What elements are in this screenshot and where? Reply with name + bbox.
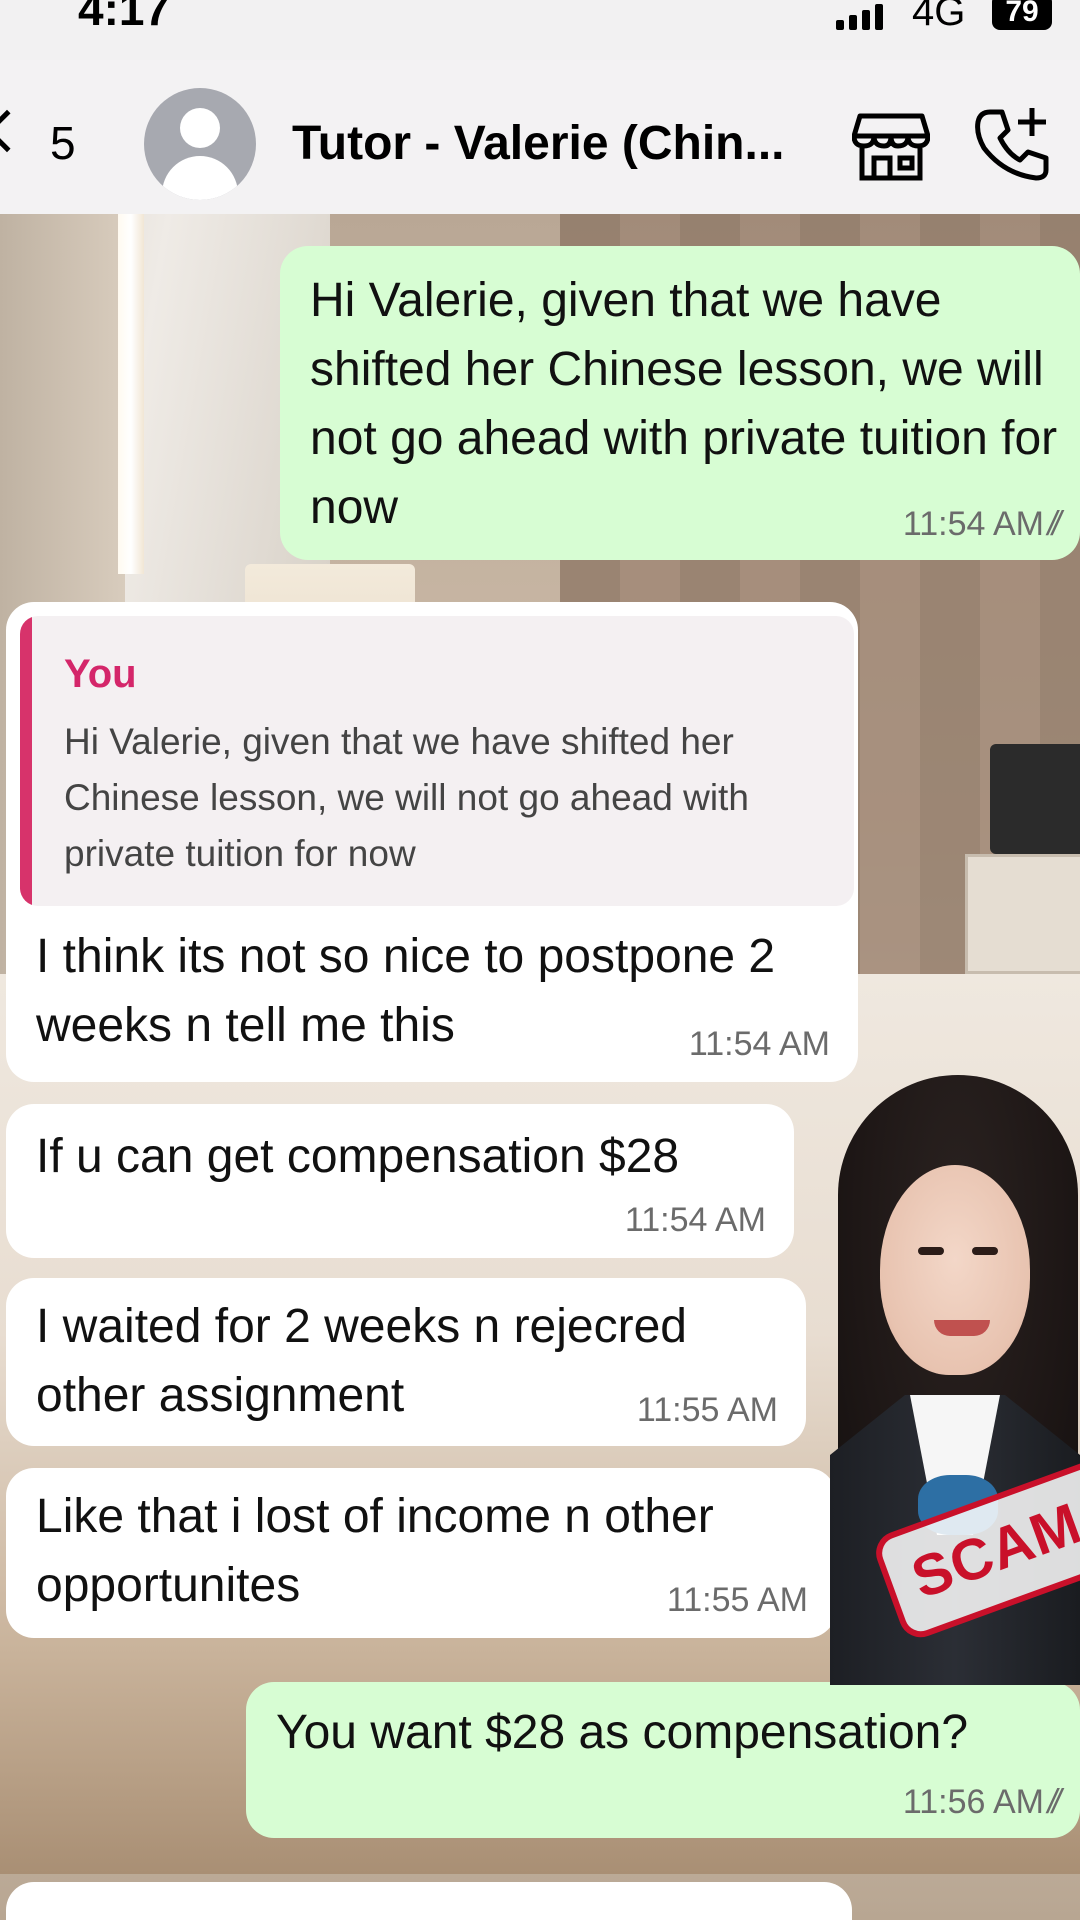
battery-icon: 79: [992, 0, 1052, 30]
message-time: 11:54 AM: [902, 505, 1044, 543]
status-time: 4:17: [78, 0, 171, 35]
avatar-icon[interactable]: [144, 88, 256, 200]
message-time: 11:54 AM: [624, 1201, 766, 1239]
chat-header: 5 Tutor - Valerie (Chin...: [0, 60, 1080, 214]
store-icon[interactable]: [851, 112, 931, 187]
contact-name[interactable]: Tutor - Valerie (Chin...: [292, 116, 785, 171]
message-meta: 11:56 AM //: [902, 1783, 1066, 1822]
message-meta: 11:54 AM //: [902, 505, 1066, 544]
incoming-message[interactable]: If u can get compensation $28 11:54 AM: [6, 1104, 794, 1258]
message-meta: 11:54 AM: [625, 1201, 766, 1240]
message-time: 11:56 AM: [902, 1783, 1044, 1821]
message-text: If u can get compensation $28: [36, 1130, 680, 1183]
call-add-icon[interactable]: [972, 104, 1052, 189]
message-time: 11:55 AM: [666, 1581, 808, 1619]
network-type: 4G: [912, 0, 966, 34]
outgoing-message[interactable]: Hi Valerie, given that we have shifted h…: [280, 246, 1080, 560]
incoming-message-partial[interactable]: [6, 1882, 852, 1920]
quoted-reply[interactable]: You Hi Valerie, given that we have shift…: [20, 616, 854, 906]
message-meta: 11:55 AM: [637, 1391, 778, 1430]
signal-icon: [836, 4, 883, 30]
status-bar: 4:17 4G 79: [0, 0, 1080, 60]
message-meta: 11:55 AM: [667, 1581, 808, 1620]
reply-text: Hi Valerie, given that we have shifted h…: [64, 721, 749, 874]
incoming-message[interactable]: You Hi Valerie, given that we have shift…: [6, 602, 858, 1082]
unread-count[interactable]: 5: [50, 116, 76, 170]
outgoing-message[interactable]: You want $28 as compensation? 11:56 AM /…: [246, 1682, 1080, 1838]
message-text: Hi Valerie, given that we have shifted h…: [310, 274, 1058, 534]
message-text: You want $28 as compensation?: [276, 1706, 969, 1759]
incoming-message[interactable]: Like that i lost of income n other oppor…: [6, 1468, 836, 1638]
back-chevron-icon[interactable]: [0, 109, 29, 153]
message-meta: 11:54 AM: [689, 1025, 830, 1064]
incoming-message[interactable]: I waited for 2 weeks n rejecred other as…: [6, 1278, 806, 1446]
message-time: 11:55 AM: [636, 1391, 778, 1429]
message-time: 11:54 AM: [688, 1025, 830, 1063]
reply-author: You: [64, 652, 137, 696]
reply-accent-bar: [20, 616, 32, 906]
